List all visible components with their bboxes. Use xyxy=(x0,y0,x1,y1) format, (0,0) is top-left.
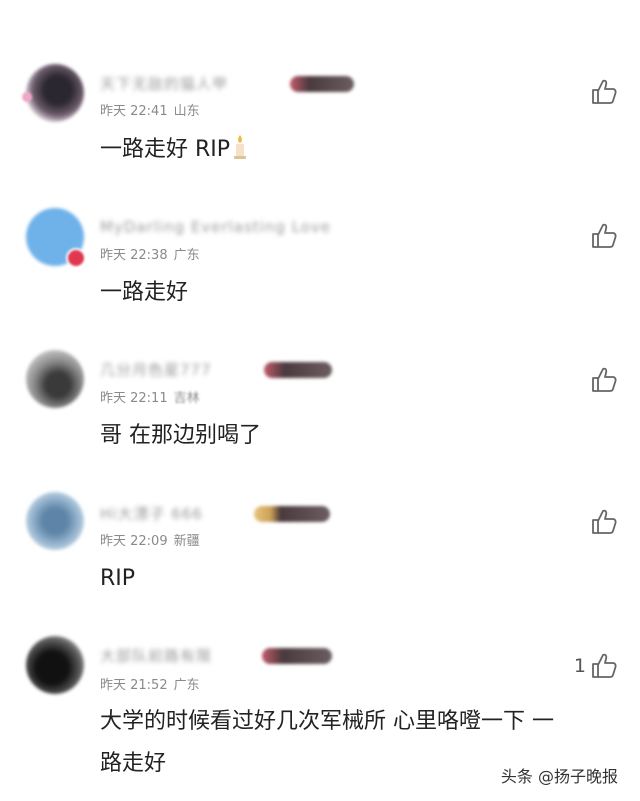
thumbs-up-icon xyxy=(592,223,617,248)
comment-meta: 昨天 22:09 新疆 xyxy=(100,530,200,549)
comment-meta: 昨天 22:38 广东 xyxy=(100,244,200,263)
comment-time: 昨天 22:11 xyxy=(100,391,168,406)
thumbs-up-icon xyxy=(592,367,617,392)
comment-location: 广东 xyxy=(173,678,200,693)
avatar-badge-icon xyxy=(66,248,86,268)
like-button[interactable] xyxy=(586,508,618,536)
thumbs-up-icon xyxy=(592,79,617,104)
username[interactable]: 天下无敌的猫人甲 xyxy=(100,73,228,94)
source-watermark: 头条 @扬子晚报 xyxy=(500,767,618,786)
candle-icon xyxy=(232,134,248,174)
comment-text: RIP xyxy=(100,566,136,591)
comment-meta: 昨天 22:11 吉林 xyxy=(100,387,200,406)
username[interactable]: 几分月色星777 xyxy=(100,359,212,380)
username[interactable]: Hi大漂子 666 xyxy=(100,503,203,524)
comment-text-line: 路走好 xyxy=(100,751,167,776)
comment-text-line: 大学的时候看过好几次军械所 心里咯噔一下 一 xyxy=(100,709,554,734)
username[interactable]: 大部队前路有限 xyxy=(100,645,212,666)
avatar[interactable] xyxy=(26,636,84,694)
thumbs-up-icon xyxy=(592,653,617,678)
comment-location: 广东 xyxy=(173,248,200,263)
like-button[interactable] xyxy=(586,78,618,106)
thumbs-up-icon xyxy=(592,509,617,534)
decoration-icon xyxy=(22,92,32,102)
comment-location: 新疆 xyxy=(173,534,200,549)
like-count: 1 xyxy=(573,655,586,677)
like-button[interactable] xyxy=(586,366,618,394)
like-button[interactable]: 1 xyxy=(574,652,618,680)
comment-meta: 昨天 21:52 广东 xyxy=(100,674,200,693)
comment-time: 昨天 22:38 xyxy=(100,248,168,263)
comment-meta: 昨天 22:41 山东 xyxy=(100,100,200,119)
like-button[interactable] xyxy=(586,222,618,250)
comment-time: 昨天 22:09 xyxy=(100,534,168,549)
user-medal-icon xyxy=(254,506,330,522)
comment-time: 昨天 22:41 xyxy=(100,104,168,119)
avatar[interactable] xyxy=(26,64,84,122)
user-medal-icon xyxy=(264,362,332,378)
username[interactable]: MyDarling Everlasting Love xyxy=(100,218,331,236)
comment-text: 一路走好 RIP xyxy=(100,130,248,174)
comment-location: 吉林 xyxy=(173,391,200,406)
user-medal-icon xyxy=(262,648,332,664)
avatar[interactable] xyxy=(26,492,84,550)
user-medal-icon xyxy=(290,76,354,92)
comment-time: 昨天 21:52 xyxy=(100,678,168,693)
comment-text: 一路走好 xyxy=(100,280,189,305)
avatar[interactable] xyxy=(26,350,84,408)
comment-text: 哥 在那边别喝了 xyxy=(100,423,261,448)
comment-location: 山东 xyxy=(173,104,200,119)
